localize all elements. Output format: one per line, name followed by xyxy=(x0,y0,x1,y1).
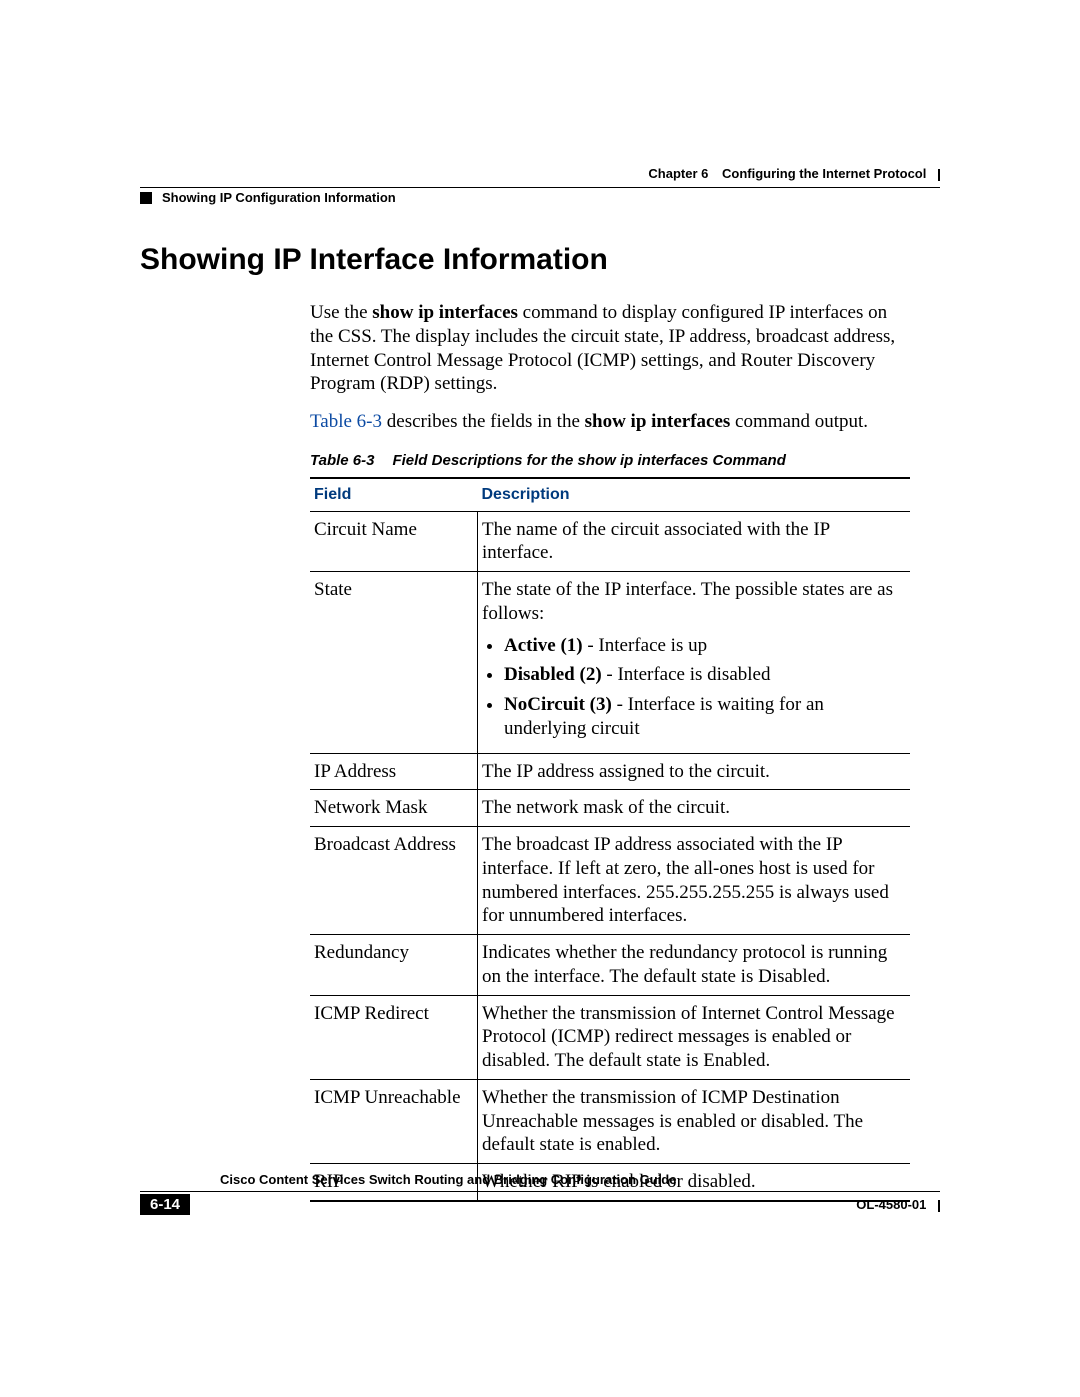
text: command output. xyxy=(730,411,868,432)
fields-table: Field Description Circuit Name The name … xyxy=(310,477,910,1202)
running-header: Chapter 6 Configuring the Internet Proto… xyxy=(140,166,940,205)
list-item: NoCircuit (3) - Interface is waiting for… xyxy=(504,693,902,741)
header-top: Chapter 6 Configuring the Internet Proto… xyxy=(140,166,940,181)
table-caption: Table 6-3 Field Descriptions for the show… xyxy=(310,452,910,471)
field-cell: Network Mask xyxy=(310,790,478,827)
state-rest: - Interface is disabled xyxy=(602,664,771,685)
desc-cell: The broadcast IP address associated with… xyxy=(478,827,911,935)
footer-row: 6-14 OL-4580-01 xyxy=(140,1194,940,1215)
table-row: Redundancy Indicates whether the redunda… xyxy=(310,935,910,996)
content-area: Showing IP Interface Information Use the… xyxy=(140,243,940,1202)
desc-cell: Indicates whether the redundancy protoco… xyxy=(478,935,911,996)
section-title: Showing IP Configuration Information xyxy=(162,190,396,205)
command-name: show ip interfaces xyxy=(372,302,518,323)
table-row: IP Address The IP address assigned to th… xyxy=(310,753,910,790)
field-cell: Redundancy xyxy=(310,935,478,996)
footer-book-title: Cisco Content Services Switch Routing an… xyxy=(140,1172,940,1187)
field-cell: IP Address xyxy=(310,753,478,790)
desc-cell: Whether the transmission of Internet Con… xyxy=(478,995,911,1079)
col-description: Description xyxy=(478,478,911,512)
state-name: Disabled (2) xyxy=(504,664,602,685)
page-title: Showing IP Interface Information xyxy=(140,243,940,277)
running-footer: Cisco Content Services Switch Routing an… xyxy=(140,1172,940,1215)
table-row: ICMP Unreachable Whether the transmissio… xyxy=(310,1079,910,1163)
table-row: Network Mask The network mask of the cir… xyxy=(310,790,910,827)
state-name: Active (1) xyxy=(504,635,583,656)
page-number: 6-14 xyxy=(140,1194,190,1215)
desc-cell: The IP address assigned to the circuit. xyxy=(478,753,911,790)
desc-cell: The state of the IP interface. The possi… xyxy=(478,572,911,754)
field-cell: Broadcast Address xyxy=(310,827,478,935)
field-cell: State xyxy=(310,572,478,754)
text: Use the xyxy=(310,302,372,323)
chapter-title: Configuring the Internet Protocol xyxy=(722,166,926,181)
footer-separator-icon xyxy=(938,1200,940,1212)
table-caption-text: Field Descriptions for the show ip inter… xyxy=(392,452,785,469)
state-rest: - Interface is up xyxy=(583,635,708,656)
footer-rule xyxy=(140,1191,940,1192)
state-list: Active (1) - Interface is up Disabled (2… xyxy=(504,634,902,741)
field-cell: Circuit Name xyxy=(310,511,478,572)
page: Chapter 6 Configuring the Internet Proto… xyxy=(0,0,1080,1397)
list-item: Disabled (2) - Interface is disabled xyxy=(504,663,902,687)
table-reference-link[interactable]: Table 6-3 xyxy=(310,411,382,432)
footer-left: 6-14 xyxy=(140,1194,198,1215)
doc-id: OL-4580-01 xyxy=(856,1197,926,1212)
text: describes the fields in the xyxy=(382,411,585,432)
header-separator-icon xyxy=(938,169,940,181)
table-row: Broadcast Address The broadcast IP addre… xyxy=(310,827,910,935)
chapter-label: Chapter 6 xyxy=(648,166,708,181)
state-name: NoCircuit (3) xyxy=(504,694,612,715)
command-name: show ip interfaces xyxy=(585,411,731,432)
desc-cell: The network mask of the circuit. xyxy=(478,790,911,827)
list-item: Active (1) - Interface is up xyxy=(504,634,902,658)
table-number: Table 6-3 xyxy=(310,452,374,469)
header-section: Showing IP Configuration Information xyxy=(140,187,940,205)
state-intro: The state of the IP interface. The possi… xyxy=(482,579,893,624)
field-cell: ICMP Unreachable xyxy=(310,1079,478,1163)
square-bullet-icon xyxy=(140,192,152,204)
table-row: ICMP Redirect Whether the transmission o… xyxy=(310,995,910,1079)
desc-cell: The name of the circuit associated with … xyxy=(478,511,911,572)
table-row: Circuit Name The name of the circuit ass… xyxy=(310,511,910,572)
intro-paragraph-1: Use the show ip interfaces command to di… xyxy=(310,301,910,396)
table-header-row: Field Description xyxy=(310,478,910,512)
intro-paragraph-2: Table 6-3 describes the fields in the sh… xyxy=(310,410,910,434)
footer-right: OL-4580-01 xyxy=(856,1197,940,1212)
desc-cell: Whether the transmission of ICMP Destina… xyxy=(478,1079,911,1163)
table-row: State The state of the IP interface. The… xyxy=(310,572,910,754)
body-block: Use the show ip interfaces command to di… xyxy=(310,301,910,1202)
col-field: Field xyxy=(310,478,478,512)
field-cell: ICMP Redirect xyxy=(310,995,478,1079)
